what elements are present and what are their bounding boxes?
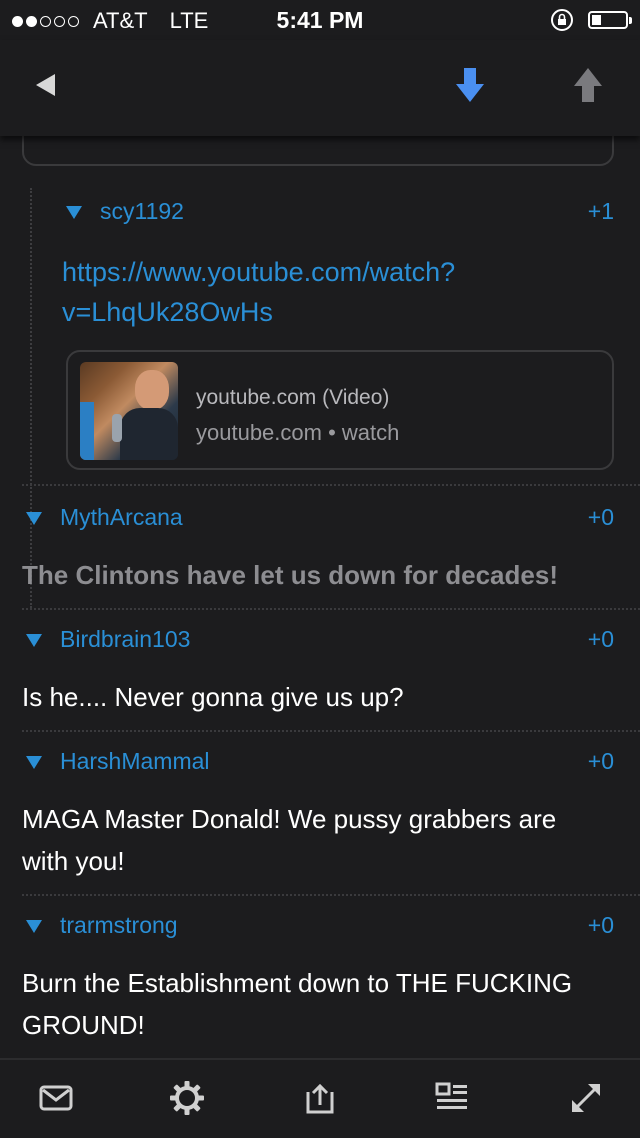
comment-score: +1 xyxy=(587,198,614,224)
orientation-lock-icon xyxy=(551,9,573,31)
comment-score: +0 xyxy=(587,504,614,530)
mail-icon[interactable] xyxy=(38,1080,74,1116)
comment-header[interactable]: Birdbrain103 +0 xyxy=(0,624,640,658)
embed-subtitle: youtube.com • watch xyxy=(196,420,400,445)
divider xyxy=(22,608,640,610)
back-arrow-icon[interactable] xyxy=(36,74,55,96)
comment-body-line2: with you! xyxy=(22,846,125,876)
navigation-bar xyxy=(0,40,640,136)
comment-body: The Clintons have let us down for decade… xyxy=(22,560,558,590)
comment-body: Burn the Establishment down to THE FUCKI… xyxy=(22,962,622,1046)
comment-username[interactable]: HarshMammal xyxy=(60,748,210,775)
battery-icon xyxy=(588,11,632,29)
comment-body: MAGA Master Donald! We pussy grabbers ar… xyxy=(22,798,622,882)
comment-body-line1: MAGA Master Donald! We pussy grabbers ar… xyxy=(22,804,557,834)
collapse-triangle-icon[interactable] xyxy=(26,634,42,647)
comment-header[interactable]: HarshMammal +0 xyxy=(0,746,640,780)
comment-header[interactable]: MythArcana +0 xyxy=(0,502,640,536)
status-bar: AT&T LTE 5:41 PM xyxy=(0,0,640,40)
comment-body-line2: GROUND! xyxy=(22,1010,145,1040)
comment-username[interactable]: scy1192 xyxy=(100,198,184,225)
comment-header[interactable]: scy1192 +1 xyxy=(0,196,640,230)
embed-title: youtube.com (Video) xyxy=(196,386,390,409)
divider xyxy=(22,484,640,486)
divider xyxy=(22,730,640,732)
status-right xyxy=(550,8,632,32)
status-time: 5:41 PM xyxy=(276,7,364,33)
bottom-toolbar xyxy=(0,1058,640,1138)
down-arrow-icon[interactable] xyxy=(456,68,484,102)
collapse-triangle-icon[interactable] xyxy=(66,206,82,219)
comment-score: +0 xyxy=(587,912,614,938)
link-preview-card[interactable] xyxy=(22,136,614,166)
comment-score: +0 xyxy=(587,748,614,774)
divider xyxy=(22,894,640,896)
comment-thread: scy1192 +1 https://www.youtube.com/watch… xyxy=(0,136,640,1058)
collapse-triangle-icon[interactable] xyxy=(26,756,42,769)
comment-score: +0 xyxy=(587,626,614,652)
collapse-triangle-icon[interactable] xyxy=(26,920,42,933)
comment-header[interactable]: trarmstrong +0 xyxy=(0,910,640,944)
comment-body: Is he.... Never gonna give us up? xyxy=(22,682,404,712)
gear-icon[interactable] xyxy=(169,1080,205,1116)
share-icon[interactable] xyxy=(302,1080,338,1116)
comment-username[interactable]: MythArcana xyxy=(60,504,183,531)
collapse-triangle-icon[interactable] xyxy=(26,512,42,525)
comment-username[interactable]: trarmstrong xyxy=(60,912,178,939)
video-thumbnail xyxy=(80,362,178,460)
comment-body-line1: Burn the Establishment down to THE FUCKI… xyxy=(22,968,573,998)
comment-link[interactable]: https://www.youtube.com/watch? v=LhqUk28… xyxy=(62,252,532,332)
youtube-embed-card[interactable]: youtube.com (Video) youtube.com • watch xyxy=(66,350,614,470)
link-text-line1: https://www.youtube.com/watch? xyxy=(62,257,456,287)
link-text-line2: v=LhqUk28OwHs xyxy=(62,297,273,327)
nesting-indicator xyxy=(30,188,32,608)
comment-username[interactable]: Birdbrain103 xyxy=(60,626,190,653)
article-view-icon[interactable] xyxy=(434,1080,470,1116)
up-arrow-icon[interactable] xyxy=(574,68,602,102)
expand-icon[interactable] xyxy=(568,1080,604,1116)
